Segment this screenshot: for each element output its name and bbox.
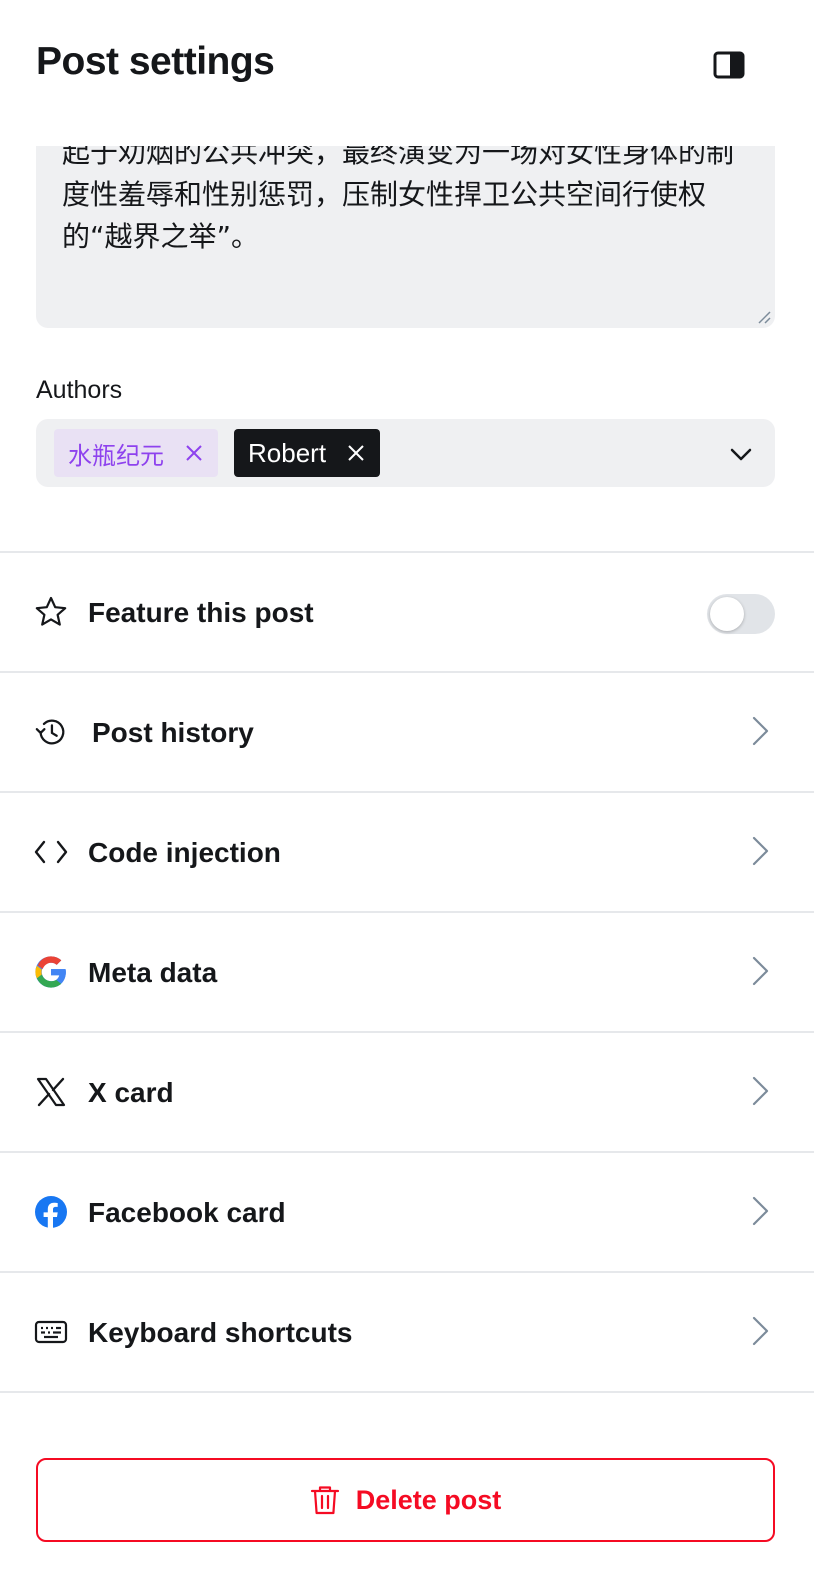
x-card-row[interactable]: X card (0, 1033, 814, 1153)
chevron-right-icon (752, 956, 769, 986)
keyboard-shortcuts-label: Keyboard shortcuts (88, 1317, 353, 1348)
toggle-sidebar-button[interactable] (706, 44, 752, 86)
toggle-knob (710, 597, 744, 631)
meta-data-row[interactable]: Meta data (0, 913, 814, 1033)
author-chip: 水瓶纪元 (54, 429, 218, 477)
keyboard-shortcuts-row[interactable]: Keyboard shortcuts (0, 1273, 814, 1393)
chevron-right-icon (752, 1316, 769, 1346)
code-icon (34, 835, 68, 869)
authors-label: Authors (36, 376, 123, 404)
trash-icon (310, 1486, 339, 1515)
facebook-icon (34, 1195, 68, 1229)
facebook-card-row[interactable]: Facebook card (0, 1153, 814, 1273)
chevron-down-icon[interactable] (728, 443, 754, 465)
delete-post-label: Delete post (355, 1484, 502, 1515)
remove-author-button[interactable] (184, 443, 204, 463)
close-icon (348, 445, 364, 461)
delete-post-button[interactable]: Delete post (36, 1458, 775, 1542)
close-icon (186, 445, 202, 461)
feature-post-row: Feature this post (0, 553, 814, 673)
resize-grip-icon[interactable] (757, 310, 771, 324)
code-injection-row[interactable]: Code injection (0, 793, 814, 913)
authors-select[interactable]: 水瓶纪元 Robert (36, 419, 775, 487)
feature-post-label: Feature this post (88, 597, 314, 628)
author-chip: Robert (234, 429, 380, 477)
header: Post settings (0, 0, 814, 130)
author-chip-label: Robert (248, 437, 327, 468)
post-history-label: Post history (92, 717, 254, 748)
settings-menu: Feature this post Post history Code inje… (0, 551, 814, 1393)
post-history-row[interactable]: Post history (0, 673, 814, 793)
facebook-card-label: Facebook card (88, 1197, 286, 1228)
chevron-right-icon (752, 1196, 769, 1226)
star-icon (34, 595, 68, 629)
remove-author-button[interactable] (346, 443, 366, 463)
sidebar-panel-icon (713, 51, 745, 79)
author-chip-label: 水瓶纪元 (68, 441, 164, 470)
keyboard-icon (34, 1315, 68, 1349)
x-card-label: X card (88, 1077, 174, 1108)
meta-data-label: Meta data (88, 957, 218, 988)
history-icon (34, 715, 68, 749)
chevron-right-icon (752, 836, 769, 866)
excerpt-textarea[interactable] (36, 146, 775, 328)
google-icon (34, 955, 68, 989)
code-injection-label: Code injection (88, 837, 281, 868)
feature-post-toggle[interactable] (707, 594, 775, 634)
page-title: Post settings (36, 40, 275, 83)
chevron-right-icon (752, 1076, 769, 1106)
excerpt-field-wrapper (36, 146, 775, 328)
x-logo-icon (34, 1075, 68, 1109)
chevron-right-icon (752, 716, 769, 746)
